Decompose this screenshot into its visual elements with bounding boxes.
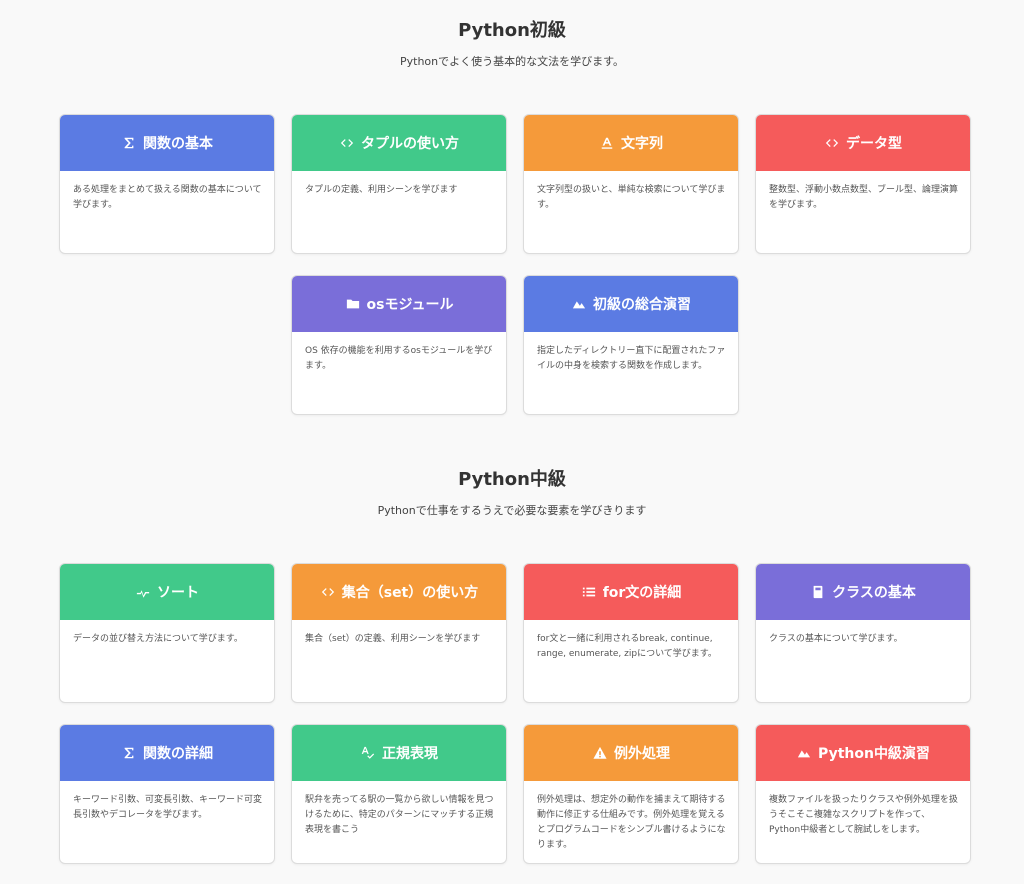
card-header: クラスの基本 — [756, 564, 970, 620]
code-icon — [824, 135, 840, 151]
book-icon — [810, 584, 826, 600]
card-title: タプルの使い方 — [361, 136, 459, 152]
section-description-intermediate: Pythonで仕事をするうえで必要な要素を学びきります — [377, 504, 647, 517]
mountain-icon — [571, 296, 587, 312]
card-title: osモジュール — [366, 297, 454, 313]
card-description: 複数ファイルを扱ったりクラスや例外処理を扱うそこそこ複雑なスクリプトを作って、P… — [769, 795, 958, 835]
card-description: 整数型、浮動小数点数型、ブール型、論理演算を学びます。 — [769, 185, 959, 210]
card-description: 文字列型の扱いと、単純な検索について学びます。 — [537, 185, 726, 210]
card-header: データ型 — [756, 115, 970, 171]
course-card[interactable]: 関数の基本ある処理をまとめて扱える関数の基本について学びます。 — [59, 114, 275, 254]
card-description: for文と一緒に利用されるbreak, continue, range, enu… — [537, 634, 717, 659]
course-card[interactable]: 集合（set）の使い方集合（set）の定義、利用シーンを学びます — [291, 563, 507, 703]
card-header: 文字列 — [524, 115, 738, 171]
card-title: 関数の詳細 — [143, 746, 213, 762]
mountain-icon — [796, 745, 812, 761]
card-header: 集合（set）の使い方 — [292, 564, 506, 620]
sigma-icon — [121, 135, 137, 151]
course-card[interactable]: for文の詳細 for文と一緒に利用されるbreak, continue, ran… — [523, 563, 739, 703]
card-header: 関数の基本 — [60, 115, 274, 171]
code-icon — [320, 584, 336, 600]
list-icon — [581, 584, 597, 600]
card-title: for文の詳細 — [602, 585, 682, 601]
card-title: 初級の総合演習 — [593, 297, 691, 313]
course-card[interactable]: 関数の詳細キーワード引数、可変長引数、キーワード可変長引数やデコレータを学びます… — [59, 724, 275, 864]
course-card[interactable]: Python中級演習複数ファイルを扱ったりクラスや例外処理を扱うそこそこ複雑なス… — [755, 724, 971, 864]
section-title-beginner: Python初級 — [458, 20, 566, 41]
course-card[interactable]: osモジュール OS 依存の機能を利用するosモジュールを学びます。 — [291, 275, 507, 415]
section-description-beginner: Pythonでよく使う基本的な文法を学びます。 — [399, 55, 625, 68]
course-card[interactable]: 例外処理例外処理は、想定外の動作を捕まえて期待する動作に修正する仕組みです。例外… — [523, 724, 739, 864]
card-title: 文字列 — [621, 136, 663, 152]
spellcheck-icon — [360, 745, 376, 761]
card-header: 関数の詳細 — [60, 725, 274, 781]
course-card[interactable]: 正規表現駅弁を売ってる駅の一覧から欲しい情報を見つけるために、特定のパターンにマ… — [291, 724, 507, 864]
course-card[interactable]: 文字列文字列型の扱いと、単純な検索について学びます。 — [523, 114, 739, 254]
card-title: ソート — [157, 585, 199, 601]
sigma-icon — [121, 745, 137, 761]
course-card[interactable]: データ型整数型、浮動小数点数型、ブール型、論理演算を学びます。 — [755, 114, 971, 254]
folder-icon — [345, 296, 361, 312]
card-header: osモジュール — [292, 276, 506, 332]
card-title: データ型 — [846, 136, 902, 152]
warning-icon — [592, 745, 608, 761]
course-card[interactable]: クラスの基本クラスの基本について学びます。 — [755, 563, 971, 703]
card-title: 関数の基本 — [143, 136, 213, 152]
text-icon — [599, 135, 615, 151]
card-title: 集合（set）の使い方 — [341, 585, 479, 601]
card-description: 例外処理は、想定外の動作を捕まえて期待する動作に修正する仕組みです。例外処理を覚… — [537, 795, 726, 850]
card-header: Python中級演習 — [756, 725, 970, 781]
card-header: 初級の総合演習 — [524, 276, 738, 332]
course-card[interactable]: タプルの使い方タプルの定義、利用シーンを学びます — [291, 114, 507, 254]
section-title-intermediate: Python中級 — [458, 469, 566, 490]
card-description: 指定したディレクトリー直下に配置されたファイルの中身を検索する関数を作成します。 — [537, 346, 726, 371]
card-title: クラスの基本 — [832, 585, 916, 601]
card-description: データの並び替え方法について学びます。 — [73, 634, 243, 644]
card-description: キーワード引数、可変長引数、キーワード可変長引数やデコレータを学びます。 — [73, 795, 263, 820]
card-header: タプルの使い方 — [292, 115, 506, 171]
card-description: 駅弁を売ってる駅の一覧から欲しい情報を見つけるために、特定のパターンにマッチする… — [305, 795, 494, 835]
card-title: 例外処理 — [614, 746, 670, 762]
card-description: OS 依存の機能を利用するosモジュールを学びます。 — [305, 346, 493, 371]
course-card[interactable]: 初級の総合演習指定したディレクトリー直下に配置されたファイルの中身を検索する関数… — [523, 275, 739, 415]
card-header: for文の詳細 — [524, 564, 738, 620]
card-description: ある処理をまとめて扱える関数の基本について学びます。 — [73, 185, 262, 210]
card-description: クラスの基本について学びます。 — [769, 634, 903, 644]
sort-icon — [135, 584, 151, 600]
card-header: 例外処理 — [524, 725, 738, 781]
code-icon — [339, 135, 355, 151]
card-title: Python中級演習 — [818, 746, 930, 762]
card-description: 集合（set）の定義、利用シーンを学びます — [305, 634, 481, 644]
card-header: 正規表現 — [292, 725, 506, 781]
card-title: 正規表現 — [382, 746, 438, 762]
course-card[interactable]: ソートデータの並び替え方法について学びます。 — [59, 563, 275, 703]
card-header: ソート — [60, 564, 274, 620]
card-description: タプルの定義、利用シーンを学びます — [305, 185, 458, 195]
